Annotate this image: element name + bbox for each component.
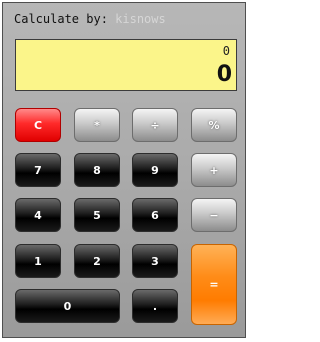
header-label: Calculate by: [14, 12, 108, 26]
current-value: 0 [216, 62, 232, 87]
author-name: kisnows [115, 12, 166, 26]
digit-6-button[interactable]: 6 [132, 198, 178, 232]
digit-3-button[interactable]: 3 [132, 244, 178, 278]
calculator-header: Calculate by: kisnows [14, 12, 166, 26]
calculator: Calculate by: kisnows 0 0 C * ÷ % 7 8 9 … [2, 2, 246, 338]
clear-button[interactable]: C [15, 108, 61, 142]
digit-9-button[interactable]: 9 [132, 153, 178, 187]
digit-4-button[interactable]: 4 [15, 198, 61, 232]
digit-5-button[interactable]: 5 [74, 198, 120, 232]
digit-8-button[interactable]: 8 [74, 153, 120, 187]
decimal-button[interactable]: . [132, 289, 178, 323]
subtract-button[interactable]: − [191, 198, 237, 232]
percent-button[interactable]: % [191, 108, 237, 142]
equals-button[interactable]: = [191, 244, 237, 325]
add-button[interactable]: + [191, 153, 237, 187]
previous-value: 0 [222, 44, 230, 58]
digit-1-button[interactable]: 1 [15, 244, 61, 278]
digit-7-button[interactable]: 7 [15, 153, 61, 187]
multiply-button[interactable]: * [74, 108, 120, 142]
calculator-display: 0 0 [15, 39, 237, 91]
divide-button[interactable]: ÷ [132, 108, 178, 142]
digit-2-button[interactable]: 2 [74, 244, 120, 278]
digit-0-button[interactable]: 0 [15, 289, 120, 323]
